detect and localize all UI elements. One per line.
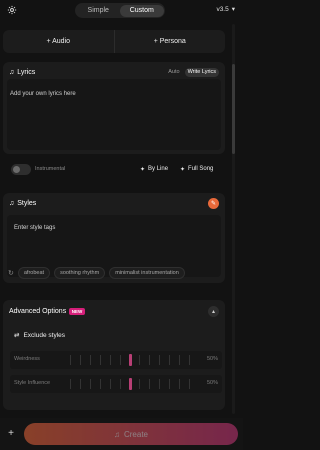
advanced-title: Advanced Options NEW bbox=[9, 307, 85, 315]
styles-title-label: Styles bbox=[17, 199, 37, 207]
slider-tick bbox=[139, 355, 140, 365]
lyrics-icon: ♫ bbox=[9, 68, 15, 76]
slider-tick bbox=[70, 355, 71, 365]
slider-tick bbox=[159, 379, 160, 389]
tab-custom[interactable]: Custom bbox=[120, 4, 164, 17]
slider-tick bbox=[189, 379, 190, 389]
style-suggest-button[interactable]: ✎ bbox=[208, 197, 219, 209]
slider-thumb[interactable] bbox=[129, 378, 132, 390]
version-label: v3.5 bbox=[216, 5, 229, 13]
new-badge: NEW bbox=[69, 307, 85, 315]
top-bar: Simple Custom v3.5 ▾ bbox=[0, 0, 243, 24]
slider-tick bbox=[100, 379, 101, 389]
slider-thumb[interactable] bbox=[129, 354, 132, 366]
settings-button[interactable] bbox=[5, 3, 19, 17]
add-persona-label: + Persona bbox=[153, 38, 186, 45]
slider-tick bbox=[189, 355, 190, 365]
slider-tick bbox=[169, 355, 170, 365]
style-influence-value: 50% bbox=[206, 380, 218, 386]
full-song-label: Full Song bbox=[188, 166, 214, 172]
slider-tick bbox=[100, 355, 101, 365]
chevron-down-icon: ▾ bbox=[231, 6, 235, 13]
slider-tick bbox=[120, 379, 121, 389]
scrollbar[interactable] bbox=[232, 24, 235, 414]
add-row: + Audio + Persona bbox=[3, 30, 225, 53]
exclude-styles-field[interactable]: ⇄ Exclude styles bbox=[10, 326, 224, 344]
lyrics-textarea[interactable] bbox=[7, 79, 221, 150]
lyrics-header: ♫ Lyrics Auto Write Lyrics bbox=[3, 64, 225, 80]
slider-tick bbox=[90, 355, 91, 365]
bottom-bar: + ♫ Create bbox=[0, 418, 243, 450]
slider-tick bbox=[120, 355, 121, 365]
slider-track bbox=[70, 378, 190, 390]
lyrics-title-label: Lyrics bbox=[17, 68, 36, 76]
create-button[interactable]: ♫ Create bbox=[24, 423, 238, 445]
slider-tick bbox=[139, 379, 140, 389]
slider-tick bbox=[80, 379, 81, 389]
music-note-icon: ♫ bbox=[113, 429, 120, 439]
gear-icon bbox=[7, 5, 17, 15]
instrumental-label: Instrumental bbox=[35, 166, 66, 172]
slider-tick bbox=[90, 379, 91, 389]
weirdness-label: Weirdness bbox=[14, 356, 40, 362]
style-influence-label: Style Influence bbox=[14, 380, 51, 386]
by-line-label: By Line bbox=[148, 166, 169, 172]
music-note-icon: ♫ bbox=[9, 199, 15, 207]
weirdness-value: 50% bbox=[206, 356, 218, 362]
styles-header: ♫ Styles ✎ bbox=[3, 195, 225, 211]
styles-title: ♫ Styles bbox=[9, 200, 36, 207]
styles-placeholder: Enter style tags bbox=[14, 225, 56, 231]
lyrics-title: ♫ Lyrics bbox=[9, 69, 35, 76]
slider-tick bbox=[169, 379, 170, 389]
chevron-up-icon: ▴ bbox=[211, 308, 215, 315]
add-audio-button[interactable]: + Audio bbox=[3, 30, 114, 53]
advanced-title-label: Advanced Options bbox=[9, 307, 67, 315]
advanced-header[interactable]: Advanced Options NEW ▴ bbox=[3, 303, 225, 319]
slider-tick bbox=[80, 355, 81, 365]
plus-icon: + bbox=[8, 427, 14, 439]
lyrics-footer: Instrumental ✦ By Line ✦ Full Song bbox=[3, 162, 225, 178]
sparkle-icon: ✦ bbox=[180, 167, 186, 173]
collapse-button[interactable]: ▴ bbox=[208, 305, 219, 317]
lyrics-mode-toggle: Auto Write Lyrics bbox=[165, 67, 219, 77]
full-song-button[interactable]: ✦ Full Song bbox=[180, 166, 213, 173]
create-label: Create bbox=[123, 429, 148, 439]
instrumental-toggle[interactable] bbox=[11, 164, 31, 175]
sparkle-icon: ✦ bbox=[140, 167, 146, 173]
magic-wand-icon: ✎ bbox=[210, 200, 217, 207]
exclude-icon: ⇄ bbox=[14, 332, 20, 339]
refresh-icon[interactable]: ↻ bbox=[8, 269, 14, 277]
slider-tick bbox=[179, 379, 180, 389]
style-chip[interactable]: soothing rhythm bbox=[54, 267, 106, 279]
slider-tick bbox=[110, 379, 111, 389]
model-version-select[interactable]: v3.5 ▾ bbox=[216, 5, 235, 14]
style-influence-slider[interactable]: Style Influence 50% bbox=[10, 375, 222, 393]
slider-tick bbox=[179, 355, 180, 365]
by-line-button[interactable]: ✦ By Line bbox=[140, 166, 168, 173]
tab-simple[interactable]: Simple bbox=[77, 5, 121, 17]
weirdness-slider[interactable]: Weirdness 50% bbox=[10, 351, 222, 369]
lyrics-card: ♫ Lyrics Auto Write Lyrics bbox=[3, 62, 225, 154]
slider-tick bbox=[159, 355, 160, 365]
slider-track bbox=[70, 354, 190, 366]
style-chip[interactable]: minimalist instrumentation bbox=[109, 267, 185, 279]
slider-tick bbox=[70, 379, 71, 389]
slider-tick bbox=[110, 355, 111, 365]
slider-tick bbox=[149, 379, 150, 389]
lyrics-auto-option[interactable]: Auto bbox=[165, 68, 182, 77]
style-chip[interactable]: afrobeat bbox=[17, 267, 51, 279]
add-audio-label: + Audio bbox=[46, 38, 71, 45]
lyrics-write-option[interactable]: Write Lyrics bbox=[184, 67, 219, 77]
add-persona-button[interactable]: + Persona bbox=[113, 30, 226, 53]
add-button[interactable]: + bbox=[4, 426, 18, 440]
lyrics-placeholder: Add your own lyrics here bbox=[10, 91, 76, 97]
slider-tick bbox=[149, 355, 150, 365]
exclude-styles-label: Exclude styles bbox=[23, 331, 65, 339]
style-suggestions: ↻ afrobeat soothing rhythm minimalist in… bbox=[8, 266, 185, 280]
mode-switch: Simple Custom bbox=[75, 3, 165, 18]
